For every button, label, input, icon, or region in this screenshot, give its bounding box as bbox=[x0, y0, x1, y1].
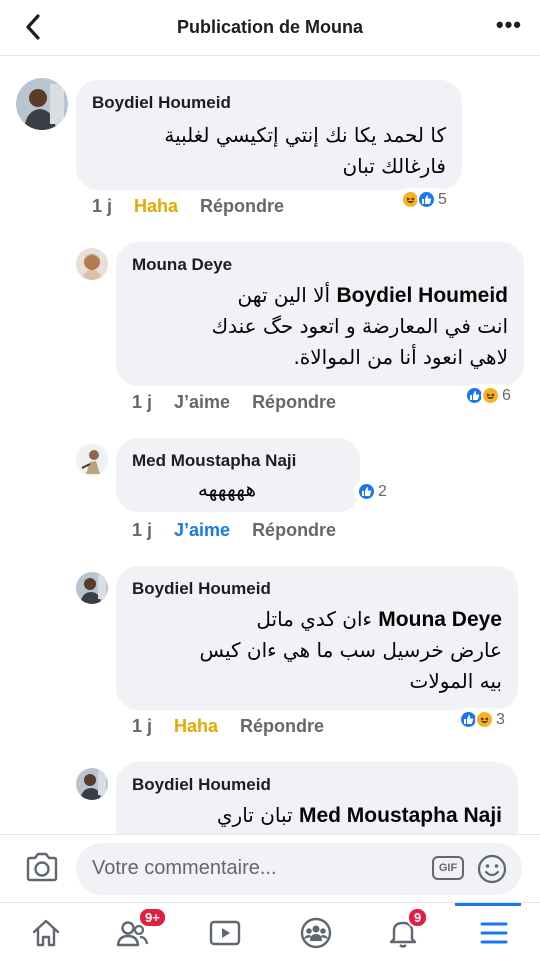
comment-time: 1 j bbox=[132, 716, 153, 736]
comment-line-text: ألا الين تهن bbox=[237, 283, 331, 307]
like-reaction-icon bbox=[417, 190, 436, 209]
comment-line: لاهي انعود أنا من الموالاة. bbox=[293, 345, 508, 369]
avatar[interactable] bbox=[76, 572, 108, 604]
like-reaction-icon bbox=[357, 482, 376, 501]
comment-input[interactable]: Votre commentaire... GIF bbox=[76, 843, 522, 895]
menu-icon bbox=[480, 922, 508, 944]
comment-bubble[interactable]: Boydiel Houmeid كا لحمد يكا نك إنتي إتكي… bbox=[76, 80, 462, 190]
comment-author[interactable]: Med Moustapha Naji bbox=[132, 450, 344, 472]
chevron-left-icon bbox=[26, 14, 40, 40]
reaction-summary[interactable]: 2 bbox=[354, 480, 390, 503]
emoji-button[interactable] bbox=[476, 853, 508, 890]
comment-line-text: ءان كدي ماتل bbox=[256, 607, 372, 631]
reaction-button[interactable]: Haha bbox=[174, 716, 218, 737]
comment-author[interactable]: Mouna Deye bbox=[132, 254, 508, 276]
page-title: Publication de Mouna bbox=[176, 17, 363, 37]
comment-author[interactable]: Boydiel Houmeid bbox=[132, 578, 502, 600]
groups-icon bbox=[300, 917, 332, 949]
reaction-count: 6 bbox=[502, 386, 511, 404]
tab-friends[interactable]: 9+ bbox=[112, 907, 167, 953]
tab-home[interactable] bbox=[26, 913, 66, 953]
reaction-count: 3 bbox=[496, 710, 505, 728]
comment-bubble[interactable]: Boydiel Houmeid Mouna Deye ءان كدي ماتل … bbox=[116, 566, 518, 710]
comment-reply: Med Moustapha Naji هههههه 2 1 j J’aime R… bbox=[0, 436, 540, 556]
avatar[interactable] bbox=[76, 768, 108, 800]
comment-line: فارغالك تبان bbox=[342, 154, 446, 178]
avatar[interactable] bbox=[76, 444, 108, 476]
reaction-count: 2 bbox=[378, 482, 387, 500]
comment: Boydiel Houmeid كا لحمد يكا نك إنتي إتكي… bbox=[0, 56, 540, 226]
home-icon bbox=[32, 919, 60, 947]
reaction-button[interactable]: J’aime bbox=[174, 392, 230, 413]
video-icon bbox=[209, 920, 241, 946]
comment-actions: 1 j Haha Répondre bbox=[132, 716, 346, 737]
comment-time: 1 j bbox=[92, 196, 113, 216]
reaction-summary[interactable]: 3 bbox=[456, 708, 508, 731]
reaction-summary[interactable]: 6 bbox=[462, 384, 514, 407]
haha-reaction-icon bbox=[475, 710, 494, 729]
comment-line-text: تبان تاري bbox=[216, 803, 293, 827]
comment-bubble[interactable]: Boydiel Houmeid Med Moustapha Naji تبان … bbox=[116, 762, 518, 834]
comment-text: هههههه bbox=[132, 474, 344, 505]
comment-text: Med Moustapha Naji تبان تاري bbox=[132, 800, 502, 831]
comment-line: Mouna Deye ءان كدي ماتل bbox=[132, 604, 502, 635]
comment-time: 1 j bbox=[132, 392, 153, 412]
comment-bubble[interactable]: Mouna Deye Boydiel Houmeid ألا الين تهن … bbox=[116, 242, 524, 386]
avatar[interactable] bbox=[76, 248, 108, 280]
comment-line: انت في المعارضة و اتعود حگ عندك bbox=[211, 314, 508, 338]
reply-button[interactable]: Répondre bbox=[252, 520, 336, 541]
comment-text: كا لحمد يكا نك إنتي إتكيسي لغلبية فارغال… bbox=[92, 120, 446, 182]
reaction-summary[interactable]: 5 bbox=[398, 188, 450, 211]
comment-reply: Boydiel Houmeid Mouna Deye ءان كدي ماتل … bbox=[0, 564, 540, 754]
comment-actions: 1 j J’aime Répondre bbox=[132, 392, 358, 413]
comment-line: Boydiel Houmeid ألا الين تهن bbox=[132, 280, 509, 311]
tab-notifications[interactable]: 9 bbox=[383, 907, 429, 953]
reply-button[interactable]: Répondre bbox=[252, 392, 336, 413]
comment-author[interactable]: Boydiel Houmeid bbox=[92, 92, 446, 114]
haha-reaction-icon bbox=[481, 386, 500, 405]
comment-reply: Mouna Deye Boydiel Houmeid ألا الين تهن … bbox=[0, 240, 540, 430]
reaction-count: 5 bbox=[438, 190, 447, 208]
comment-line: Med Moustapha Naji تبان تاري bbox=[132, 800, 502, 831]
bottom-tab-bar: 9+ 9 bbox=[0, 902, 540, 960]
mention-link[interactable]: Med Moustapha Naji bbox=[299, 804, 502, 827]
tab-menu[interactable] bbox=[474, 913, 514, 953]
comment-actions: 1 j J’aime Répondre bbox=[132, 520, 358, 541]
comment-text: Mouna Deye ءان كدي ماتل عارض خرسيل سب ما… bbox=[132, 604, 502, 697]
comment-line: كا لحمد يكا نك إنتي إتكيسي لغلبية bbox=[164, 123, 446, 147]
tab-watch[interactable] bbox=[205, 913, 245, 953]
post-comments-screen: Publication de Mouna ••• Boydiel Houmeid… bbox=[0, 0, 540, 960]
friends-badge: 9+ bbox=[138, 907, 167, 928]
more-options-icon[interactable]: ••• bbox=[496, 14, 522, 36]
gif-button[interactable]: GIF bbox=[432, 856, 464, 880]
comment-line: عارض خرسيل سب ما هي ءان كيس bbox=[199, 638, 502, 662]
comment-text: Boydiel Houmeid ألا الين تهن انت في المع… bbox=[132, 280, 508, 373]
mention-link[interactable]: Mouna Deye bbox=[378, 608, 502, 631]
camera-button[interactable] bbox=[24, 851, 60, 888]
mention-link[interactable]: Boydiel Houmeid bbox=[336, 284, 508, 307]
comments-list: Boydiel Houmeid كا لحمد يكا نك إنتي إتكي… bbox=[0, 56, 540, 834]
active-tab-indicator bbox=[455, 903, 521, 906]
smiley-icon bbox=[477, 854, 507, 884]
reply-button[interactable]: Répondre bbox=[200, 196, 284, 217]
reaction-button[interactable]: Haha bbox=[134, 196, 178, 217]
comment-time: 1 j bbox=[132, 520, 153, 540]
reaction-button[interactable]: J’aime bbox=[174, 520, 230, 541]
comment-author[interactable]: Boydiel Houmeid bbox=[132, 774, 502, 796]
notifications-badge: 9 bbox=[407, 907, 429, 928]
camera-icon bbox=[26, 852, 58, 882]
comment-line: هههههه bbox=[197, 477, 256, 501]
comment-input-placeholder: Votre commentaire... bbox=[92, 857, 277, 879]
comment-bubble[interactable]: Med Moustapha Naji هههههه bbox=[116, 438, 360, 512]
reply-button[interactable]: Répondre bbox=[240, 716, 324, 737]
avatar[interactable] bbox=[16, 78, 68, 130]
comment-line: بيه المولات bbox=[409, 669, 502, 693]
comment-reply: Boydiel Houmeid Med Moustapha Naji تبان … bbox=[0, 760, 540, 834]
tab-groups[interactable] bbox=[296, 913, 336, 953]
comment-composer: Votre commentaire... GIF bbox=[0, 834, 540, 902]
comment-actions: 1 j Haha Répondre bbox=[92, 196, 306, 217]
top-bar: Publication de Mouna ••• bbox=[0, 0, 540, 56]
back-button[interactable] bbox=[18, 12, 48, 42]
